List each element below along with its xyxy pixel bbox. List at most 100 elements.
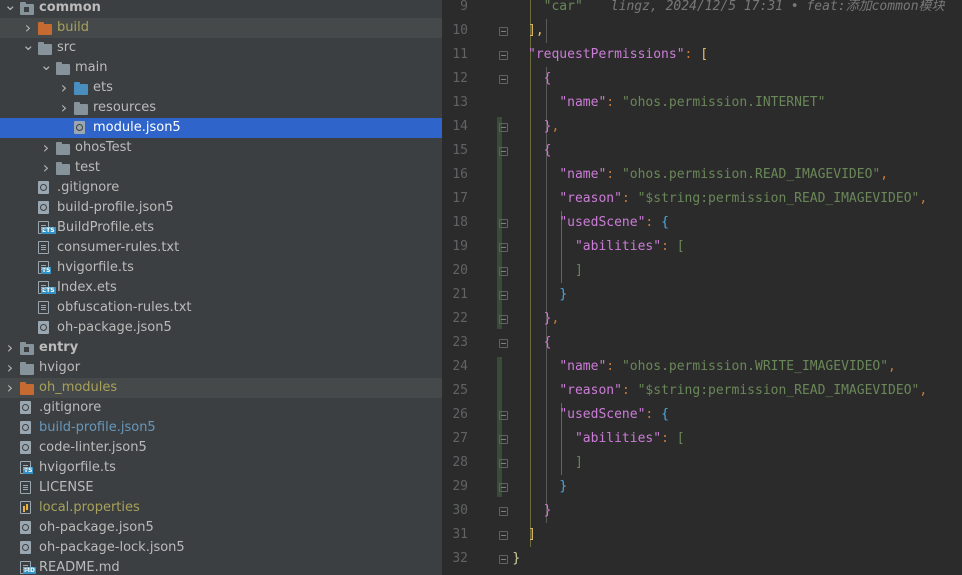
code-line[interactable]: "car" lingz, 2024/12/5 17:31 • feat:添加com…: [544, 0, 945, 19]
tree-item[interactable]: › ohosTest: [0, 138, 442, 158]
code-line[interactable]: }: [544, 499, 552, 523]
fold-toggle-icon[interactable]: [499, 27, 508, 36]
fold-toggle-icon[interactable]: [499, 147, 508, 156]
tree-item[interactable]: › ets: [0, 78, 442, 98]
tree-item[interactable]: ⌄ src: [0, 38, 442, 58]
code-line[interactable]: {: [544, 139, 552, 163]
chevron-right-icon[interactable]: ›: [40, 138, 52, 158]
fold-toggle-icon[interactable]: [499, 219, 508, 228]
chevron-right-icon[interactable]: ›: [4, 378, 16, 398]
tree-item[interactable]: ETS BuildProfile.ets: [0, 218, 442, 238]
tree-item[interactable]: › hvigor: [0, 358, 442, 378]
tree-item[interactable]: TS hvigorfile.ts: [0, 458, 442, 478]
code-line[interactable]: "requestPermissions": [: [528, 43, 708, 67]
code-line[interactable]: "name": "ohos.permission.INTERNET": [559, 91, 825, 115]
code-line[interactable]: }: [559, 283, 567, 307]
tree-item[interactable]: build-profile.json5: [0, 198, 442, 218]
fold-toggle-icon[interactable]: [499, 411, 508, 420]
code-token: :: [606, 359, 622, 374]
chevron-down-icon[interactable]: ⌄: [4, 0, 17, 18]
line-number: 23: [452, 335, 468, 350]
code-line[interactable]: {: [544, 67, 552, 91]
tree-item-label: BuildProfile.ets: [57, 220, 155, 235]
code-line[interactable]: ]: [575, 451, 583, 475]
tree-item[interactable]: ETS Index.ets: [0, 278, 442, 298]
code-line[interactable]: ],: [528, 19, 544, 43]
tree-item[interactable]: ⌄ main: [0, 58, 442, 78]
tree-item[interactable]: oh-package.json5: [0, 518, 442, 538]
chevron-right-icon[interactable]: ›: [40, 158, 52, 178]
tree-item[interactable]: LICENSE: [0, 478, 442, 498]
fold-toggle-icon[interactable]: [499, 291, 508, 300]
chevron-right-icon[interactable]: ›: [58, 98, 70, 118]
fold-toggle-icon[interactable]: [499, 243, 508, 252]
code-line[interactable]: }: [559, 475, 567, 499]
tree-item[interactable]: oh-package.json5: [0, 318, 442, 338]
code-line[interactable]: "usedScene": {: [559, 211, 669, 235]
tree-item[interactable]: .gitignore: [0, 178, 442, 198]
code-line[interactable]: ]: [528, 523, 536, 547]
tree-item[interactable]: › build: [0, 18, 442, 38]
code-token: }: [559, 287, 568, 302]
fold-toggle-icon[interactable]: [499, 507, 508, 516]
fold-toggle-icon[interactable]: [499, 267, 508, 276]
fold-toggle-icon[interactable]: [499, 339, 508, 348]
code-line[interactable]: }: [512, 547, 520, 571]
properties-file-icon: [20, 498, 36, 518]
line-number: 13: [452, 95, 468, 110]
chevron-down-icon[interactable]: ⌄: [40, 58, 53, 78]
chevron-right-icon[interactable]: ›: [4, 338, 16, 358]
tree-item[interactable]: › resources: [0, 98, 442, 118]
code-token: [: [676, 239, 685, 254]
code-token: :: [621, 191, 638, 206]
fold-toggle-icon[interactable]: [499, 51, 508, 60]
fold-toggle-icon[interactable]: [499, 435, 508, 444]
tree-item[interactable]: › test: [0, 158, 442, 178]
tree-item[interactable]: oh-package-lock.json5: [0, 538, 442, 558]
tree-item[interactable]: build-profile.json5: [0, 418, 442, 438]
code-line[interactable]: "usedScene": {: [559, 403, 669, 427]
tree-item[interactable]: › entry: [0, 338, 442, 358]
tree-item[interactable]: code-linter.json5: [0, 438, 442, 458]
fold-toggle-icon[interactable]: [499, 75, 508, 84]
code-line[interactable]: },: [544, 115, 560, 139]
chevron-down-icon[interactable]: ⌄: [22, 38, 35, 58]
fold-toggle-icon[interactable]: [499, 555, 508, 564]
tree-item[interactable]: › oh_modules: [0, 378, 442, 398]
code-token: ]: [574, 263, 583, 278]
json-gear-icon: [38, 318, 54, 338]
code-line[interactable]: "reason": "$string:permission_READ_IMAGE…: [559, 187, 927, 211]
code-editor[interactable]: 9 "car" lingz, 2024/12/5 17:31 • feat:添加co…: [442, 0, 962, 575]
tree-item-label: .gitignore: [57, 180, 120, 195]
code-line[interactable]: {: [544, 331, 552, 355]
json-gear-icon: [20, 538, 36, 558]
tree-item[interactable]: module.json5: [0, 118, 442, 138]
chevron-right-icon[interactable]: ›: [58, 78, 70, 98]
code-line[interactable]: "name": "ohos.permission.READ_IMAGEVIDEO…: [559, 163, 888, 187]
code-line[interactable]: "reason": "$string:permission_READ_IMAGE…: [559, 379, 927, 403]
line-number: 26: [452, 407, 468, 422]
tree-item-label: build-profile.json5: [39, 420, 156, 435]
chevron-right-icon[interactable]: ›: [4, 358, 16, 378]
fold-toggle-icon[interactable]: [499, 123, 508, 132]
fold-toggle-icon[interactable]: [499, 483, 508, 492]
code-line[interactable]: },: [544, 307, 560, 331]
indent-guide: [530, 0, 531, 547]
code-line[interactable]: "abilities": [: [575, 235, 685, 259]
fold-toggle-icon[interactable]: [499, 531, 508, 540]
code-line[interactable]: ]: [575, 259, 583, 283]
code-line[interactable]: "abilities": [: [575, 427, 685, 451]
code-token: :: [621, 383, 638, 398]
fold-toggle-icon[interactable]: [499, 459, 508, 468]
tree-item[interactable]: MD README.md: [0, 558, 442, 575]
fold-toggle-icon[interactable]: [499, 315, 508, 324]
chevron-right-icon[interactable]: ›: [22, 18, 34, 38]
tree-item[interactable]: ⌄ common: [0, 0, 442, 18]
code-token: ,: [880, 167, 889, 182]
tree-item[interactable]: obfuscation-rules.txt: [0, 298, 442, 318]
tree-item[interactable]: TS hvigorfile.ts: [0, 258, 442, 278]
tree-item[interactable]: .gitignore: [0, 398, 442, 418]
code-line[interactable]: "name": "ohos.permission.WRITE_IMAGEVIDE…: [559, 355, 896, 379]
tree-item[interactable]: local.properties: [0, 498, 442, 518]
tree-item[interactable]: consumer-rules.txt: [0, 238, 442, 258]
